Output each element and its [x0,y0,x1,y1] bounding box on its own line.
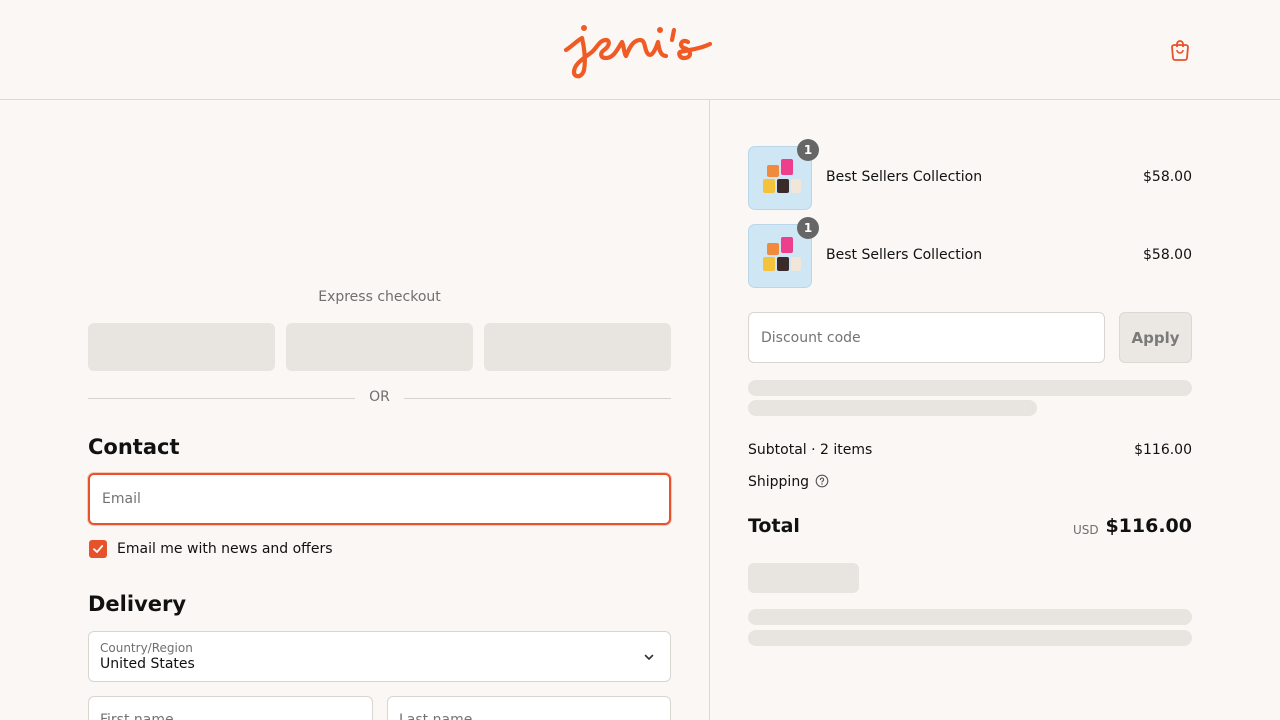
subtotal-label: Subtotal · 2 items [748,442,873,458]
quantity-badge: 1 [797,217,819,239]
loading-placeholder [748,400,1037,416]
quantity-badge: 1 [797,139,819,161]
contact-title: Contact [88,435,180,459]
cart-line-item: 1 Best Sellers Collection $58.00 [748,139,1192,210]
last-name-placeholder: Last name [399,712,473,720]
express-pay-button-3[interactable] [484,323,671,371]
or-label: OR [369,389,390,405]
last-name-field[interactable]: Last name [387,696,671,720]
help-icon[interactable] [815,474,829,488]
shopping-bag-icon [1171,40,1189,61]
discount-code-input[interactable] [748,312,1105,363]
loading-placeholder [748,563,859,593]
country-value: United States [100,656,195,672]
delivery-title: Delivery [88,592,187,616]
chevron-down-icon [644,654,654,660]
cart-button[interactable] [1166,36,1194,64]
item-name: Best Sellers Collection [826,169,983,185]
express-pay-button-2[interactable] [286,323,473,371]
first-name-field[interactable]: First name [88,696,373,720]
site-header [0,0,1280,100]
item-price: $58.00 [1143,247,1192,263]
email-field[interactable] [88,473,671,525]
loading-placeholder [748,630,1192,646]
divider-line [404,398,671,399]
or-divider: OR [88,389,671,407]
item-name: Best Sellers Collection [826,247,983,263]
checkmark-icon [93,545,104,553]
total-label: Total [748,515,800,537]
newsletter-label[interactable]: Email me with news and offers [117,541,333,557]
country-label: Country/Region [100,641,193,655]
first-name-placeholder: First name [100,712,174,720]
express-checkout-label: Express checkout [318,289,441,305]
loading-placeholder [748,609,1192,625]
subtotal-row: Subtotal · 2 items $116.00 [748,442,1192,458]
express-pay-button-1[interactable] [88,323,275,371]
jenis-logo[interactable] [562,16,718,82]
divider-line [88,398,355,399]
country-select[interactable]: Country/Region United States [88,631,671,682]
total-value: $116.00 [1105,515,1192,537]
cart-line-item: 1 Best Sellers Collection $58.00 [748,217,1192,288]
newsletter-checkbox[interactable] [89,540,107,558]
subtotal-value: $116.00 [1134,442,1192,458]
column-divider [709,100,710,720]
loading-placeholder [748,380,1192,396]
total-currency: USD [1073,523,1099,537]
apply-discount-button[interactable]: Apply [1119,312,1192,363]
shipping-row: Shipping [748,474,1192,490]
shipping-label: Shipping [748,474,810,490]
item-price: $58.00 [1143,169,1192,185]
